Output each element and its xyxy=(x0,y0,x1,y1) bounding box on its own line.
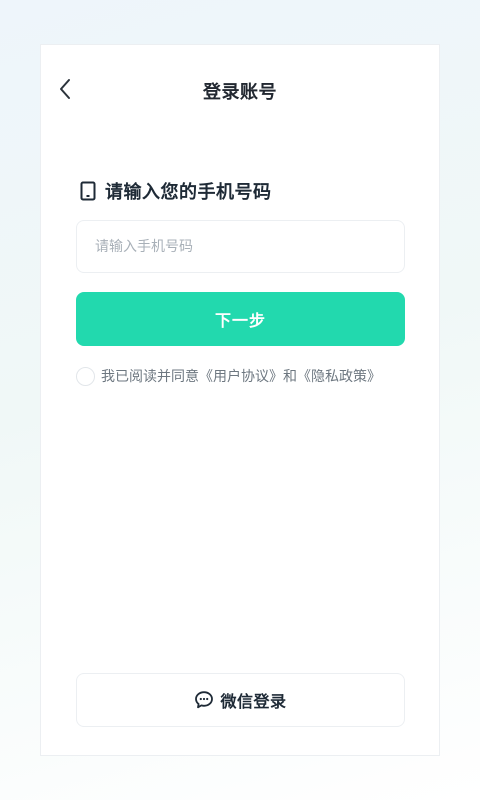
chat-bubble-icon xyxy=(194,690,214,710)
header: 登录账号 xyxy=(41,45,439,135)
user-agreement-link[interactable]: 《用户协议》 xyxy=(199,366,283,386)
phone-input[interactable] xyxy=(76,220,405,273)
agreement-prefix: 我已阅读并同意 xyxy=(101,369,199,385)
mobile-phone-icon xyxy=(79,180,97,202)
agreement-row: 我已阅读并同意 《用户协议》 和 《隐私政策》 xyxy=(76,366,381,386)
phone-heading-text: 请输入您的手机号码 xyxy=(105,182,272,203)
wechat-login-label: 微信登录 xyxy=(220,692,287,711)
login-card: 登录账号 请输入您的手机号码 下一步 我已阅读并同意 《用户协议》 和 《隐私政… xyxy=(40,44,440,756)
agreement-conjunction: 和 xyxy=(283,369,297,385)
next-button[interactable]: 下一步 xyxy=(76,292,405,346)
agreement-checkbox[interactable] xyxy=(76,366,95,386)
phone-section-heading: 请输入您的手机号码 xyxy=(79,178,272,204)
privacy-policy-link[interactable]: 《隐私政策》 xyxy=(297,366,381,386)
wechat-login-button[interactable]: 微信登录 xyxy=(76,673,405,727)
page-title: 登录账号 xyxy=(203,82,277,103)
